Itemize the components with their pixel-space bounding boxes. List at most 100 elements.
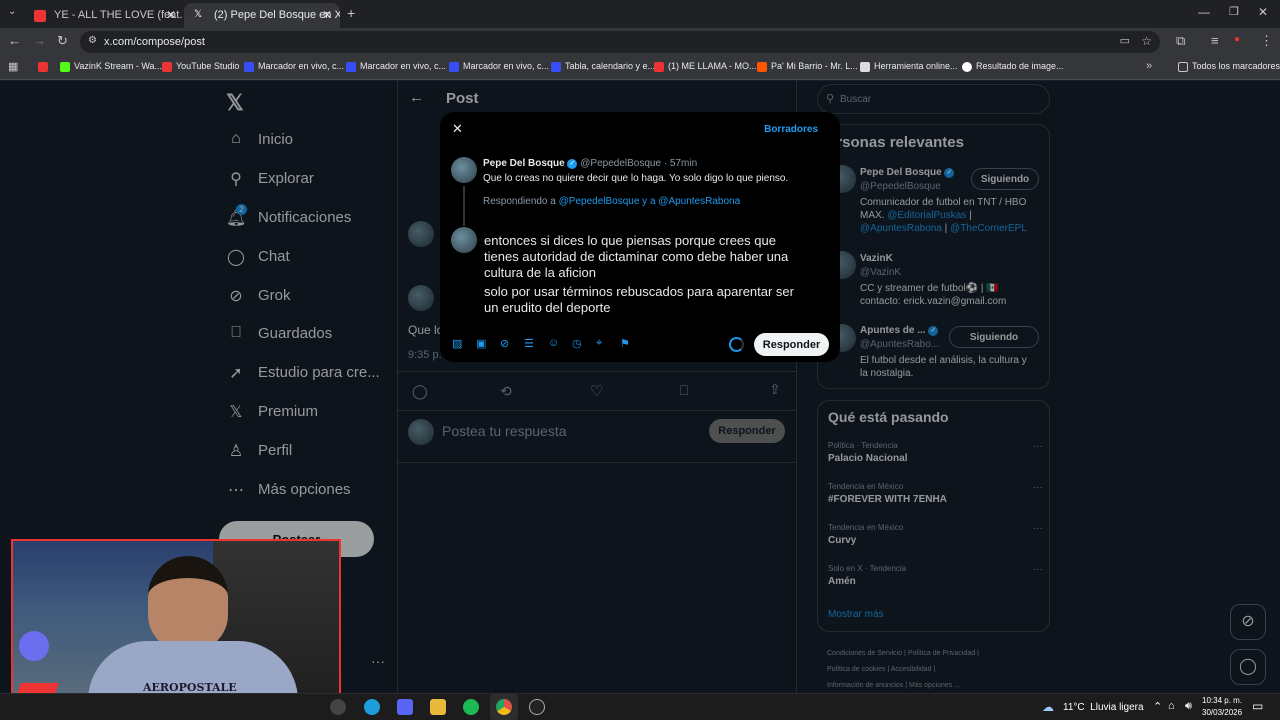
bookmark-label: Marcador en vivo, c...: [463, 61, 550, 71]
more-bookmarks-icon[interactable]: »: [1146, 60, 1152, 72]
volume-icon[interactable]: 🔊︎: [1185, 700, 1192, 713]
weather-cloud-icon: ☁: [1042, 700, 1054, 714]
windows-taskbar: ☁ 11°C Lluvia ligera ⌃ ⌂ 🔊︎ 10:34 p. m. …: [0, 693, 1280, 720]
address-bar-row: ← → ↻ ⚙ x.com/compose/post ▭ ☆ ⧉ ≡ ● ⋮: [0, 28, 1280, 56]
location-icon[interactable]: ⌖: [596, 337, 602, 350]
bookmark-item[interactable]: Resultado de image...: [962, 61, 1064, 72]
forward-icon[interactable]: →: [33, 33, 46, 48]
draft-line: solo por usar términos rebuscados para a…: [484, 284, 794, 299]
all-bookmarks[interactable]: Todos los marcadores: [1178, 61, 1280, 72]
draft-line: entonces si dices lo que piensas porque …: [484, 233, 776, 248]
bookmark-item[interactable]: (1) ME LLAMA - MO...: [654, 61, 757, 72]
stream-logo-icon: [19, 631, 49, 661]
tab-title: YE - ALL THE LOVE (feat. An: [54, 9, 184, 21]
google-favicon-icon: [962, 62, 972, 72]
youtube-favicon-icon: [654, 62, 664, 72]
replying-to-users[interactable]: @PepedelBosque y a @ApuntesRabona: [559, 196, 741, 207]
replying-to: Respondiendo a @PepedelBosque y a @Apunt…: [483, 196, 740, 207]
bookmark-label: YouTube Studio: [176, 61, 240, 71]
draft-line: cultura de la aficion: [484, 265, 597, 280]
minimize-icon[interactable]: —: [1198, 5, 1210, 19]
network-icon[interactable]: ⌂: [1168, 700, 1175, 712]
soundcloud-favicon-icon: [757, 62, 767, 72]
extensions-icon[interactable]: ⧉: [1176, 33, 1185, 49]
reply-modal: ✕ Borradores Pepe Del Bosque ✓ @PepedelB…: [440, 112, 840, 362]
schedule-icon[interactable]: ◷: [572, 337, 582, 350]
close-tab-icon[interactable]: ✕: [166, 8, 176, 22]
profile-icon[interactable]: ●: [1234, 34, 1240, 45]
drafts-link[interactable]: Borradores: [764, 124, 818, 135]
bookmark-item[interactable]: Marcador en vivo, c...: [346, 61, 447, 72]
url-input[interactable]: ⚙ x.com/compose/post ▭ ☆: [80, 31, 1160, 53]
media-controls-icon[interactable]: ≡: [1211, 33, 1219, 48]
back-icon[interactable]: ←: [8, 33, 21, 48]
emoji-icon[interactable]: ☺: [548, 337, 559, 349]
bookmark-label: (1) ME LLAMA - MO...: [668, 61, 757, 71]
menu-icon[interactable]: ⋮: [1260, 33, 1273, 49]
sofascore-favicon-icon: [346, 62, 356, 72]
bookmark-label: Herramienta online...: [874, 61, 958, 71]
tab-x[interactable]: 𝕏 (2) Pepe Del Bosque en X: "@Va ✕: [184, 3, 340, 28]
bookmark-label: Pa' Mi Barrio - Mr. L...: [771, 61, 858, 71]
site-info-icon[interactable]: ⚙: [88, 35, 97, 46]
flag-icon[interactable]: ⚑: [620, 337, 630, 350]
taskbar-edge-icon[interactable]: [364, 699, 380, 715]
replying-to-prefix: Respondiendo a: [483, 196, 556, 207]
bookmark-label: Tabla, calendario y e...: [565, 61, 656, 71]
bookmark-star-icon[interactable]: ☆: [1141, 34, 1152, 48]
close-tab-icon[interactable]: ✕: [322, 8, 332, 22]
post-time: · 57min: [663, 158, 698, 169]
avatar: [451, 227, 477, 253]
close-window-icon[interactable]: ✕: [1258, 5, 1268, 19]
x-favicon-icon: 𝕏: [194, 9, 203, 20]
taskbar-discord-icon[interactable]: [397, 699, 413, 715]
original-author: Pepe Del Bosque ✓ @PepedelBosque · 57min: [483, 158, 697, 169]
restore-icon[interactable]: ❐: [1229, 5, 1239, 18]
poll-icon[interactable]: ☰: [524, 337, 534, 350]
author-handle: @PepedelBosque: [580, 158, 662, 169]
tray-chevron-icon[interactable]: ⌃: [1153, 700, 1162, 713]
tab-youtube[interactable]: YE - ALL THE LOVE (feat. An ✕: [24, 3, 184, 28]
weather-text[interactable]: 11°C Lluvia ligera: [1063, 702, 1144, 713]
bookmark-item[interactable]: Herramienta online...: [860, 61, 958, 72]
apps-grid-icon[interactable]: ▦: [8, 60, 18, 73]
draft-line: tienes autoridad de dictaminar como debe…: [484, 249, 789, 264]
original-text: Que lo creas no quiere decir que lo haga…: [483, 173, 789, 184]
taskbar-app-icon[interactable]: [529, 699, 545, 715]
image-icon[interactable]: ▨: [452, 337, 462, 350]
taskbar-spotify-icon[interactable]: [463, 699, 479, 715]
kick-favicon-icon: [60, 62, 70, 72]
sofascore-favicon-icon: [244, 62, 254, 72]
clock-date[interactable]: 30/03/2026: [1202, 708, 1242, 717]
doc-favicon-icon: [860, 62, 870, 72]
bookmark-item[interactable]: VazinK Stream - Wa...: [60, 61, 163, 72]
active-app-indicator: [490, 694, 518, 720]
notifications-center-icon[interactable]: ▭: [1252, 699, 1263, 713]
reload-icon[interactable]: ↻: [57, 33, 68, 49]
youtube-favicon-icon: [34, 10, 46, 22]
bookmark-label: Marcador en vivo, c...: [360, 61, 447, 71]
bookmark-item[interactable]: Pa' Mi Barrio - Mr. L...: [757, 61, 858, 72]
char-count-ring-icon: [729, 337, 744, 352]
taskbar-explorer-icon[interactable]: [430, 699, 446, 715]
grok-icon[interactable]: ⊘: [500, 337, 509, 350]
thread-line: [463, 186, 465, 226]
bookmark-label: VazinK Stream - Wa...: [74, 61, 163, 71]
gif-icon[interactable]: ▣: [476, 337, 486, 350]
bookmark-item[interactable]: Tabla, calendario y e...: [551, 61, 656, 72]
bookmark-item[interactable]: YouTube Studio: [162, 61, 240, 72]
reply-textarea[interactable]: entonces si dices lo que piensas porque …: [484, 233, 824, 316]
clock-time[interactable]: 10:34 p. m.: [1202, 696, 1242, 705]
tab-search-icon[interactable]: ⌄: [8, 6, 16, 17]
bookmark-label: Marcador en vivo, c...: [258, 61, 345, 71]
submit-reply-button[interactable]: Responder: [754, 333, 829, 356]
install-app-icon[interactable]: ▭: [1120, 34, 1130, 47]
draft-line: un erudito del deporte: [484, 300, 611, 315]
new-tab-icon[interactable]: +: [347, 5, 355, 21]
webcam-person-head: [148, 556, 228, 651]
close-icon[interactable]: ✕: [452, 121, 463, 137]
taskbar-obs-icon[interactable]: [330, 699, 346, 715]
bookmark-item[interactable]: Marcador en vivo, c...: [244, 61, 345, 72]
youtube-favicon-icon: [38, 62, 48, 72]
bookmark-item[interactable]: Marcador en vivo, c...: [449, 61, 550, 72]
